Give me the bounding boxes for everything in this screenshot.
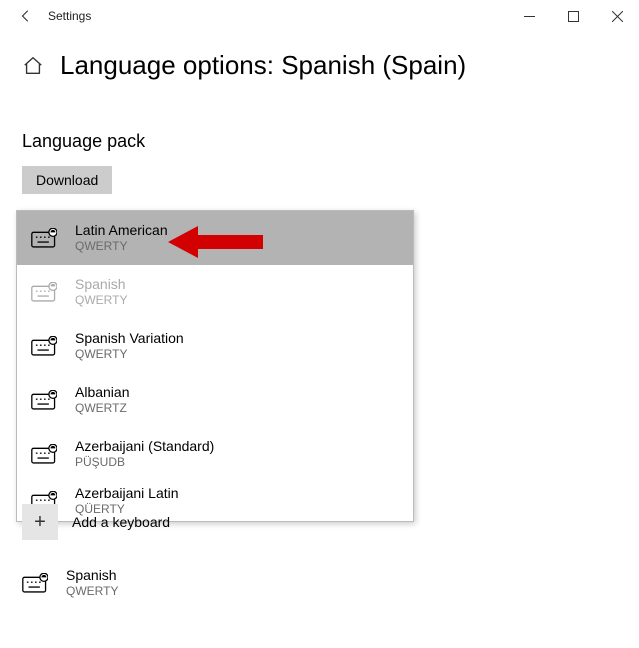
installed-keyboard-name: Spanish — [66, 567, 118, 585]
title-bar: Settings — [0, 0, 639, 32]
keyboard-layout-dropdown: Latin AmericanQWERTY SpanishQWERTY Spani… — [16, 210, 414, 522]
keyboard-option-layout: QWERTY — [75, 347, 184, 362]
add-keyboard-label: Add a keyboard — [72, 514, 170, 530]
window-title: Settings — [48, 9, 91, 23]
keyboard-option-name: Spanish — [75, 276, 127, 294]
add-keyboard-button[interactable]: + Add a keyboard — [22, 498, 422, 546]
keyboard-option-albanian[interactable]: AlbanianQWERTZ — [17, 373, 413, 427]
maximize-button[interactable] — [551, 0, 595, 32]
keyboard-option-layout: QWERTY — [75, 293, 127, 308]
keyboard-option-latin-american[interactable]: Latin AmericanQWERTY — [17, 211, 413, 265]
keyboard-option-name: Azerbaijani (Standard) — [75, 438, 214, 456]
keyboard-icon — [31, 336, 57, 356]
keyboard-icon — [31, 282, 57, 302]
keyboard-icon — [31, 228, 57, 248]
keyboard-option-name: Albanian — [75, 384, 130, 402]
window-controls — [507, 0, 639, 32]
keyboard-option-spanish[interactable]: SpanishQWERTY — [17, 265, 413, 319]
page-header: Language options: Spanish (Spain) — [0, 32, 639, 89]
home-icon[interactable] — [22, 55, 44, 77]
keyboard-icon — [22, 573, 48, 593]
back-button[interactable] — [8, 9, 44, 23]
close-button[interactable] — [595, 0, 639, 32]
keyboard-option-name: Spanish Variation — [75, 330, 184, 348]
keyboard-option-layout: QWERTZ — [75, 401, 130, 416]
keyboard-option-azerbaijani-standard[interactable]: Azerbaijani (Standard)PÜŞUDB — [17, 427, 413, 481]
keyboard-option-name: Latin American — [75, 222, 168, 240]
language-pack-section: Language pack Download — [0, 131, 639, 194]
minimize-button[interactable] — [507, 0, 551, 32]
section-title: Language pack — [22, 131, 617, 152]
download-button[interactable]: Download — [22, 166, 112, 194]
installed-keyboard-layout: QWERTY — [66, 584, 118, 599]
keyboard-icon — [31, 444, 57, 464]
page-title: Language options: Spanish (Spain) — [60, 50, 466, 81]
keyboard-option-layout: PÜŞUDB — [75, 455, 214, 470]
keyboard-icon — [31, 390, 57, 410]
plus-icon: + — [22, 504, 58, 540]
keyboard-option-layout: QWERTY — [75, 239, 168, 254]
keyboards-section: + Add a keyboard Spanish QWERTY — [22, 498, 422, 610]
installed-keyboard-item[interactable]: Spanish QWERTY — [22, 556, 422, 610]
keyboard-option-spanish-variation[interactable]: Spanish VariationQWERTY — [17, 319, 413, 373]
